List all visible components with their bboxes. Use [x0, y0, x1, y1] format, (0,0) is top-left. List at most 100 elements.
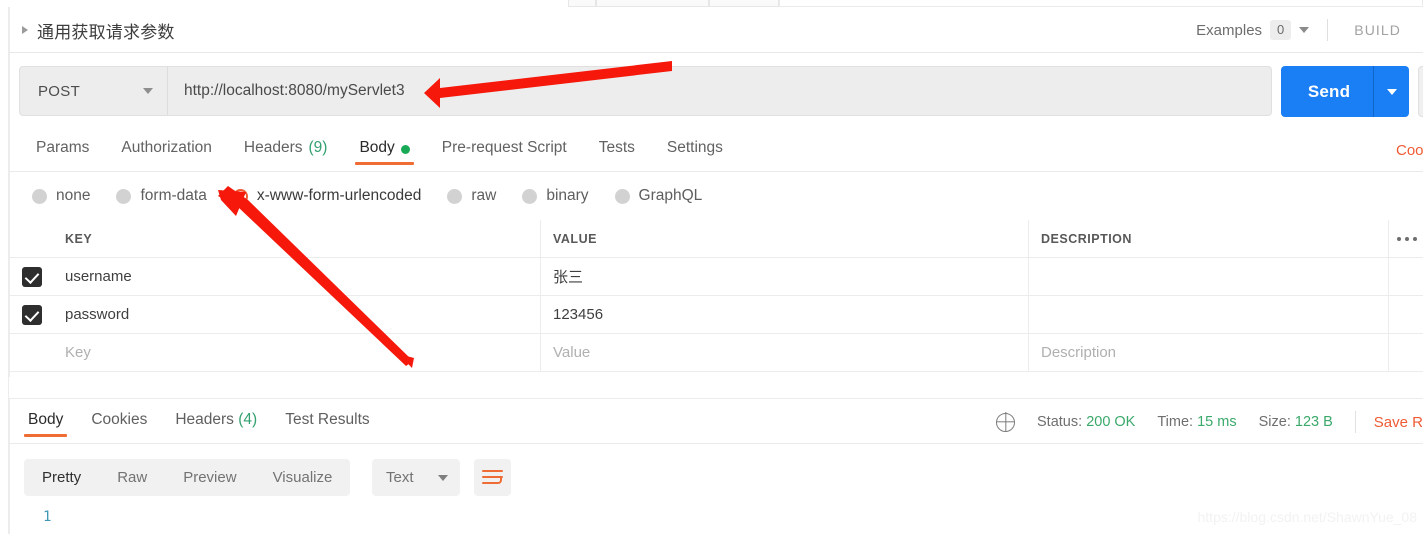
response-tab-headers[interactable]: Headers (4)	[161, 399, 271, 445]
table-row[interactable]: password 123456	[10, 296, 1423, 334]
body-type-binary[interactable]: binary	[522, 187, 589, 205]
radio-icon	[447, 188, 463, 204]
tab-authorization[interactable]: Authorization	[105, 131, 227, 172]
send-options-button[interactable]	[1374, 88, 1409, 95]
tab-headers[interactable]: Headers (9)	[228, 131, 344, 172]
tab-pre-request-script[interactable]: Pre-request Script	[426, 131, 583, 172]
globe-icon[interactable]	[996, 412, 1016, 432]
size-value: 123 B	[1294, 414, 1333, 430]
body-present-dot-icon	[400, 145, 410, 154]
response-meta: Status: 200 OK Time: 15 ms Size: 123 B S…	[996, 399, 1423, 445]
row-checkbox-cell[interactable]	[10, 334, 53, 371]
checkbox-checked-icon[interactable]	[21, 304, 42, 325]
tab-label: Tests	[598, 139, 635, 156]
row-value-text: 张三	[553, 269, 584, 286]
response-tab-body[interactable]: Body	[14, 399, 77, 445]
chevron-down-icon[interactable]	[143, 88, 153, 94]
body-type-label: GraphQL	[638, 187, 703, 204]
radio-icon	[116, 188, 132, 204]
column-header-description: DESCRIPTION	[1041, 231, 1132, 246]
body-type-none[interactable]: none	[32, 187, 90, 205]
header-value-cell: VALUE	[541, 220, 1029, 257]
response-language-selector[interactable]: Text	[372, 459, 460, 496]
table-row[interactable]: username 张三	[10, 258, 1423, 296]
row-actions-cell	[1389, 258, 1423, 295]
format-tab-raw[interactable]: Raw	[99, 459, 165, 496]
row-description-cell[interactable]	[1029, 296, 1389, 333]
body-type-form-data[interactable]: form-data	[116, 187, 207, 205]
checkbox-checked-icon[interactable]	[21, 266, 42, 287]
url-row: POST http://localhost:8080/myServlet3 Se…	[9, 53, 1423, 131]
format-tab-preview[interactable]: Preview	[165, 459, 254, 496]
caret-right-icon[interactable]	[22, 26, 28, 34]
status-label: Status:	[1037, 414, 1083, 430]
tab-label: Headers	[175, 411, 234, 428]
tab-tests[interactable]: Tests	[583, 131, 651, 172]
method-selector[interactable]: POST	[20, 67, 168, 115]
url-input[interactable]: http://localhost:8080/myServlet3	[168, 67, 1271, 115]
tab-sliver-cell	[709, 0, 779, 7]
send-button[interactable]: Send	[1281, 66, 1409, 117]
header-description-cell: DESCRIPTION	[1029, 220, 1389, 257]
time-label: Time:	[1157, 414, 1194, 430]
params-table: KEY VALUE DESCRIPTION username 张三 passwo…	[9, 220, 1423, 377]
format-tab-visualize[interactable]: Visualize	[255, 459, 351, 496]
body-type-x-www-form-urlencoded[interactable]: x-www-form-urlencoded	[232, 187, 422, 205]
row-value-text: 123456	[553, 306, 604, 323]
time-badge: Time: 15 ms	[1157, 414, 1236, 430]
method-label: POST	[38, 82, 81, 100]
tab-label: Headers	[243, 139, 303, 156]
response-tab-cookies[interactable]: Cookies	[77, 399, 161, 445]
new-key-input[interactable]: Key	[53, 334, 541, 371]
new-value-input[interactable]: Value	[541, 334, 1029, 371]
tab-count: (9)	[308, 139, 328, 156]
row-value-cell[interactable]: 123456	[541, 296, 1029, 333]
cookies-link[interactable]: Cookies	[1396, 142, 1423, 159]
body-type-label: x-www-form-urlencoded	[256, 187, 422, 204]
chevron-down-icon	[438, 474, 448, 481]
row-checkbox-cell[interactable]	[10, 258, 53, 295]
tab-sliver-cell	[596, 0, 709, 7]
row-value-cell[interactable]: 张三	[541, 258, 1029, 295]
active-tab-underline	[355, 162, 414, 165]
body-type-options: none form-data x-www-form-urlencoded raw…	[32, 172, 702, 220]
save-response-button[interactable]: Save R	[1374, 414, 1423, 431]
response-format-tabs: Pretty Raw Preview Visualize	[24, 459, 351, 496]
build-button[interactable]: BUILD	[1346, 18, 1409, 42]
examples-dropdown[interactable]: Examples 0	[1196, 19, 1310, 41]
body-type-graphql[interactable]: GraphQL	[614, 187, 703, 205]
body-type-label: none	[56, 187, 91, 204]
tab-params[interactable]: Params	[20, 131, 105, 172]
postman-request-window: 通用获取请求参数 Examples 0 BUILD POST http://lo…	[0, 0, 1423, 534]
chevron-down-icon[interactable]	[1299, 27, 1310, 33]
request-name-group[interactable]: 通用获取请求参数	[22, 7, 175, 53]
row-actions-cell	[1389, 296, 1423, 333]
response-tab-test-results[interactable]: Test Results	[271, 399, 383, 445]
tab-settings[interactable]: Settings	[651, 131, 739, 172]
radio-icon	[32, 188, 47, 204]
radio-selected-icon	[232, 188, 248, 204]
row-actions-cell	[1389, 334, 1423, 371]
save-button[interactable]	[1418, 66, 1423, 117]
row-key-text: username	[65, 268, 132, 285]
tab-label: Settings	[666, 139, 723, 156]
ellipsis-icon	[1396, 236, 1417, 241]
examples-count-badge: 0	[1270, 19, 1292, 41]
language-label: Text	[386, 469, 414, 486]
table-row-empty[interactable]: Key Value Description	[10, 334, 1423, 372]
column-header-key: KEY	[65, 231, 93, 246]
new-description-input[interactable]: Description	[1029, 334, 1389, 371]
bulk-edit-menu-button[interactable]	[1389, 220, 1423, 257]
body-type-raw[interactable]: raw	[447, 187, 496, 205]
row-key-cell[interactable]: username	[53, 258, 541, 295]
row-checkbox-cell[interactable]	[10, 296, 53, 333]
row-description-cell[interactable]	[1029, 258, 1389, 295]
tab-body[interactable]: Body	[343, 131, 425, 172]
row-key-cell[interactable]: password	[53, 296, 541, 333]
word-wrap-toggle[interactable]	[474, 459, 511, 496]
divider	[1327, 19, 1329, 41]
body-type-row: none form-data x-www-form-urlencoded raw…	[9, 172, 1423, 220]
header-check-cell	[10, 220, 53, 257]
format-tab-pretty[interactable]: Pretty	[24, 459, 99, 496]
body-type-label: binary	[546, 187, 589, 204]
